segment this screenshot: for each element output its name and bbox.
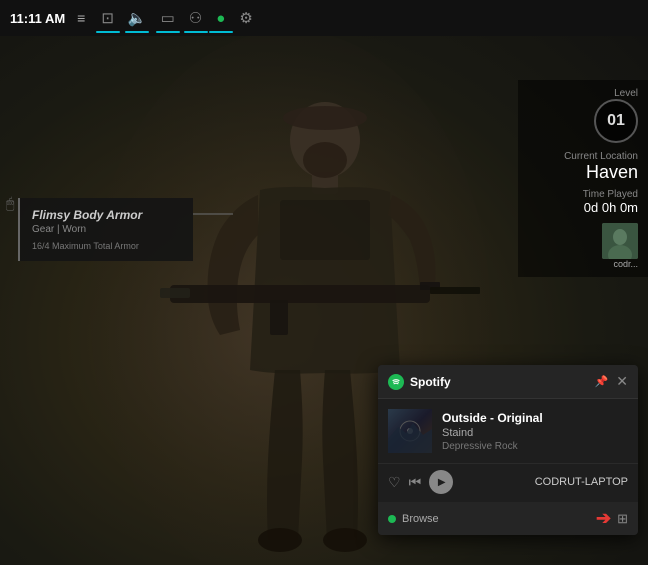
track-artist: Staind [442,427,628,439]
menu-icon[interactable]: ≡ [77,10,85,26]
location-label: Current Location [528,151,638,162]
spotify-controls: ♡ ⏮ ▶ CODRUT-LAPTOP [378,463,638,502]
taskbar-icons: ⊡ 🔈 ▭ ⚇ ● ⚙ [101,9,252,27]
spotify-pin-icon[interactable]: 📌 [595,375,609,388]
level-label: Level [528,88,638,99]
spotify-panel: Spotify 📌 ✕ Outside - [378,365,638,535]
settings-icon[interactable]: ⚙ [239,9,252,27]
item-name: Flimsy Body Armor [32,208,181,222]
item-tooltip: Flimsy Body Armor Gear | Worn 16/4 Maxim… [18,198,193,261]
item-stat: 16/4 Maximum Total Armor [32,241,181,251]
monitor-icon[interactable]: ⊡ [101,9,114,27]
heart-icon[interactable]: ♡ [388,474,401,491]
track-artwork [388,409,432,453]
level-circle: 01 [594,99,638,143]
taskbar: 11:11 AM ≡ ⊡ 🔈 ▭ ⚇ ● ⚙ [0,0,648,36]
display-icon[interactable]: ▭ [161,9,175,27]
right-stats-panel: Level 01 Current Location Haven Time Pla… [518,80,648,277]
grid-view-icon[interactable]: ⊞ [617,511,628,527]
arrow-icon: ➔ [596,508,611,529]
item-connector [193,213,233,215]
track-info: Outside - Original Staind Depressive Roc… [442,411,628,452]
spotify-header: Spotify 📌 ✕ [378,365,638,399]
location-value: Haven [528,162,638,183]
spotify-title: Spotify [410,375,595,389]
spotify-track-area: Outside - Original Staind Depressive Roc… [378,399,638,463]
play-pause-button[interactable]: ▶ [429,470,453,494]
prev-track-icon[interactable]: ⏮ [409,474,422,491]
item-type: Gear | Worn [32,224,181,235]
mouse-icon: 🖱 [6,195,14,212]
spotify-close-button[interactable]: ✕ [616,373,628,390]
clock-display: 11:11 AM [10,11,65,26]
spotify-status-dot [388,515,396,523]
browse-text[interactable]: Browse [402,513,590,525]
device-name: CODRUT-LAPTOP [461,476,628,488]
player-avatar [602,223,638,259]
sound-icon[interactable]: 🔈 [128,9,147,27]
time-played-label: Time Played [528,189,638,200]
spotify-logo [388,374,404,390]
track-genre: Depressive Rock [442,441,628,452]
track-title: Outside - Original [442,411,628,425]
users-icon[interactable]: ⚇ [189,9,202,27]
spotify-icon[interactable]: ● [216,10,225,27]
time-played-value: 0d 0h 0m [528,200,638,215]
player-name: codr... [528,259,638,269]
spotify-footer: Browse ➔ ⊞ [378,502,638,535]
